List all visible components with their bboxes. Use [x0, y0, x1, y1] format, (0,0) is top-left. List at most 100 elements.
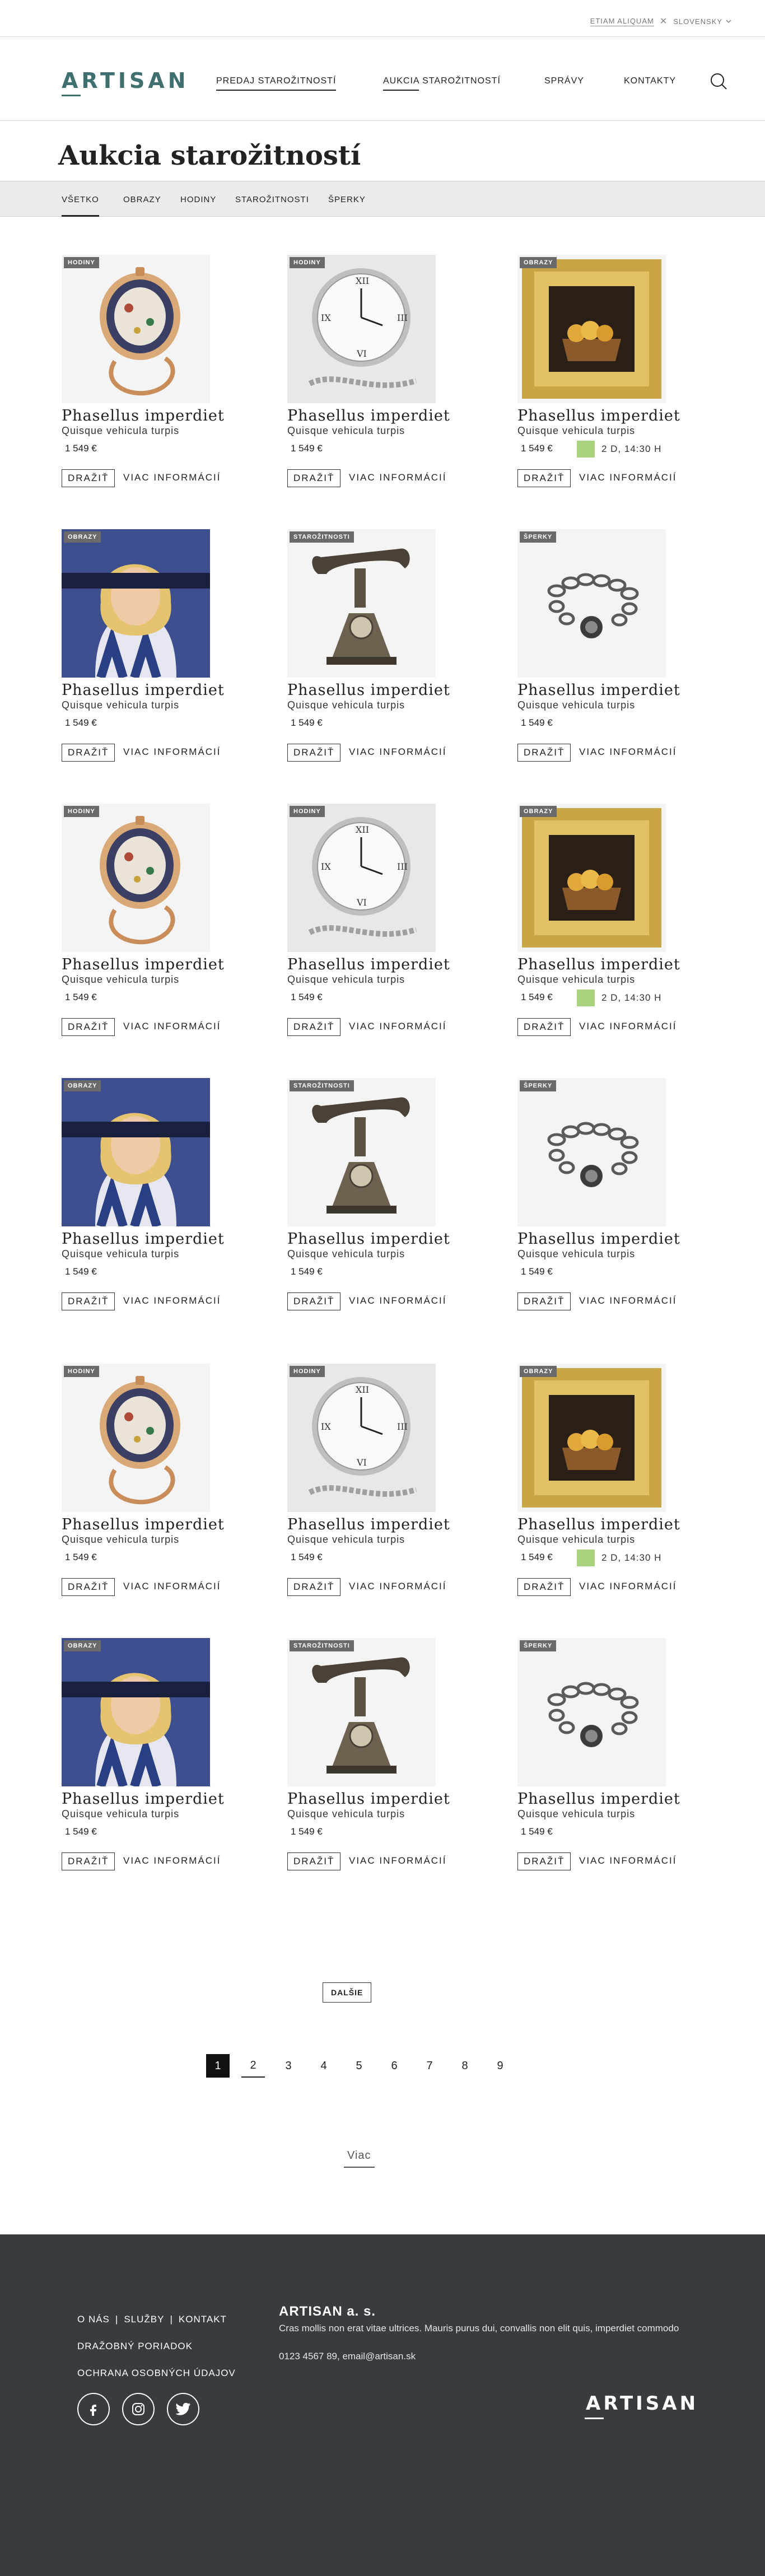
- page-6[interactable]: 6: [382, 2054, 406, 2078]
- product-name[interactable]: Phasellus imperdiet: [287, 1230, 450, 1248]
- bid-button[interactable]: DRAŽIŤ: [517, 1292, 571, 1310]
- more-info-link[interactable]: VIAC INFORMÁCIÍ: [349, 472, 447, 483]
- product-image[interactable]: XII III VI IX: [287, 804, 436, 952]
- product-card[interactable]: STAROŽITNOSTI Phasellus imperdiet Quisqu…: [287, 1078, 455, 1313]
- load-more-button[interactable]: DALŠIE: [323, 1982, 372, 2003]
- product-image[interactable]: [62, 1638, 210, 1786]
- bid-button[interactable]: DRAŽIŤ: [287, 1292, 341, 1310]
- product-card[interactable]: XII III VI IX HODINY Phasellus imperdiet…: [287, 804, 455, 1039]
- page-4[interactable]: 4: [312, 2054, 335, 2078]
- product-image[interactable]: [517, 529, 666, 678]
- tab-obrazy[interactable]: OBRAZY: [123, 195, 161, 204]
- product-name[interactable]: Phasellus imperdiet: [287, 682, 450, 699]
- more-info-link[interactable]: VIAC INFORMÁCIÍ: [349, 1855, 447, 1866]
- product-name[interactable]: Phasellus imperdiet: [62, 1230, 225, 1248]
- more-info-link[interactable]: VIAC INFORMÁCIÍ: [123, 1295, 221, 1306]
- product-card[interactable]: OBRAZY Phasellus imperdiet Quisque vehic…: [62, 1078, 230, 1313]
- page-1[interactable]: 1: [206, 2054, 230, 2078]
- product-name[interactable]: Phasellus imperdiet: [62, 407, 225, 424]
- page-3[interactable]: 3: [277, 2054, 300, 2078]
- more-info-link[interactable]: VIAC INFORMÁCIÍ: [579, 472, 677, 483]
- product-image[interactable]: [62, 1078, 210, 1226]
- product-card[interactable]: OBRAZY Phasellus imperdiet Quisque vehic…: [517, 1364, 685, 1599]
- more-info-link[interactable]: VIAC INFORMÁCIÍ: [123, 1855, 221, 1866]
- product-card[interactable]: OBRAZY Phasellus imperdiet Quisque vehic…: [62, 1638, 230, 1873]
- footer-logo[interactable]: ARTISAN: [586, 2392, 698, 2415]
- more-info-link[interactable]: VIAC INFORMÁCIÍ: [579, 1021, 677, 1032]
- product-image[interactable]: [62, 804, 210, 952]
- bid-button[interactable]: DRAŽIŤ: [62, 744, 115, 762]
- product-image[interactable]: [287, 1078, 436, 1226]
- product-name[interactable]: Phasellus imperdiet: [517, 1790, 680, 1808]
- twitter-icon[interactable]: [167, 2393, 199, 2425]
- page-9[interactable]: 9: [488, 2054, 512, 2078]
- bid-button[interactable]: DRAŽIŤ: [62, 1292, 115, 1310]
- viac-link[interactable]: Viac: [344, 2149, 375, 2168]
- footer-link-o-nas[interactable]: O NÁS: [77, 2306, 110, 2333]
- product-name[interactable]: Phasellus imperdiet: [287, 956, 450, 973]
- product-name[interactable]: Phasellus imperdiet: [287, 1516, 450, 1533]
- product-image[interactable]: [517, 255, 666, 403]
- search-icon[interactable]: [709, 72, 728, 91]
- bid-button[interactable]: DRAŽIŤ: [517, 1018, 571, 1036]
- bid-button[interactable]: DRAŽIŤ: [287, 1852, 341, 1870]
- page-5[interactable]: 5: [347, 2054, 371, 2078]
- more-info-link[interactable]: VIAC INFORMÁCIÍ: [123, 1021, 221, 1032]
- nav-item-spravy[interactable]: SPRÁVY: [544, 76, 584, 86]
- bid-button[interactable]: DRAŽIŤ: [62, 1852, 115, 1870]
- more-info-link[interactable]: VIAC INFORMÁCIÍ: [123, 746, 221, 758]
- more-info-link[interactable]: VIAC INFORMÁCIÍ: [349, 1295, 447, 1306]
- bid-button[interactable]: DRAŽIŤ: [517, 469, 571, 487]
- more-info-link[interactable]: VIAC INFORMÁCIÍ: [123, 472, 221, 483]
- nav-item-kontakty[interactable]: KONTAKTY: [624, 76, 676, 86]
- product-card[interactable]: HODINY Phasellus imperdiet Quisque vehic…: [62, 255, 230, 490]
- bid-button[interactable]: DRAŽIŤ: [287, 744, 341, 762]
- product-card[interactable]: OBRAZY Phasellus imperdiet Quisque vehic…: [517, 255, 685, 490]
- more-info-link[interactable]: VIAC INFORMÁCIÍ: [579, 746, 677, 758]
- bid-button[interactable]: DRAŽIŤ: [517, 1852, 571, 1870]
- footer-link-kontakt[interactable]: KONTAKT: [179, 2306, 227, 2333]
- page-8[interactable]: 8: [453, 2054, 477, 2078]
- more-info-link[interactable]: VIAC INFORMÁCIÍ: [579, 1855, 677, 1866]
- more-info-link[interactable]: VIAC INFORMÁCIÍ: [579, 1581, 677, 1592]
- product-image[interactable]: [62, 1364, 210, 1512]
- more-info-link[interactable]: VIAC INFORMÁCIÍ: [349, 1021, 447, 1032]
- nav-item-predaj[interactable]: PREDAJ STAROŽITNOSTÍ: [216, 76, 337, 91]
- product-card[interactable]: STAROŽITNOSTI Phasellus imperdiet Quisqu…: [287, 529, 455, 764]
- bid-button[interactable]: DRAŽIŤ: [517, 1578, 571, 1596]
- product-image[interactable]: [517, 804, 666, 952]
- product-image[interactable]: XII III VI IX: [287, 1364, 436, 1512]
- facebook-icon[interactable]: [77, 2393, 110, 2425]
- tab-vsetko[interactable]: VŠETKO: [62, 195, 99, 217]
- product-card[interactable]: OBRAZY Phasellus imperdiet Quisque vehic…: [517, 804, 685, 1039]
- logo[interactable]: ARTISAN: [62, 68, 189, 93]
- product-card[interactable]: HODINY Phasellus imperdiet Quisque vehic…: [62, 804, 230, 1039]
- bid-button[interactable]: DRAŽIŤ: [62, 1018, 115, 1036]
- product-card[interactable]: OBRAZY Phasellus imperdiet Quisque vehic…: [62, 529, 230, 764]
- instagram-icon[interactable]: [122, 2393, 155, 2425]
- close-icon[interactable]: ✕: [660, 16, 668, 27]
- more-info-link[interactable]: VIAC INFORMÁCIÍ: [579, 1295, 677, 1306]
- more-info-link[interactable]: VIAC INFORMÁCIÍ: [349, 1581, 447, 1592]
- product-card[interactable]: STAROŽITNOSTI Phasellus imperdiet Quisqu…: [287, 1638, 455, 1873]
- bid-button[interactable]: DRAŽIŤ: [62, 469, 115, 487]
- more-info-link[interactable]: VIAC INFORMÁCIÍ: [123, 1581, 221, 1592]
- bid-button[interactable]: DRAŽIŤ: [62, 1578, 115, 1596]
- product-name[interactable]: Phasellus imperdiet: [62, 1790, 225, 1808]
- footer-link-drazobny-poriadok[interactable]: DRAŽOBNÝ PORIADOK: [77, 2333, 236, 2360]
- tab-sperky[interactable]: ŠPERKY: [328, 195, 366, 204]
- nav-item-aukcia[interactable]: AUKCIA STAROŽITNOSTÍ: [383, 76, 501, 91]
- product-card[interactable]: ŠPERKY Phasellus imperdiet Quisque vehic…: [517, 1078, 685, 1313]
- product-image[interactable]: [517, 1078, 666, 1226]
- product-image[interactable]: [62, 255, 210, 403]
- page-7[interactable]: 7: [418, 2054, 441, 2078]
- product-name[interactable]: Phasellus imperdiet: [62, 1516, 225, 1533]
- product-card[interactable]: ŠPERKY Phasellus imperdiet Quisque vehic…: [517, 529, 685, 764]
- product-name[interactable]: Phasellus imperdiet: [287, 407, 450, 424]
- bid-button[interactable]: DRAŽIŤ: [287, 1018, 341, 1036]
- product-name[interactable]: Phasellus imperdiet: [517, 1516, 680, 1533]
- product-name[interactable]: Phasellus imperdiet: [517, 682, 680, 699]
- bid-button[interactable]: DRAŽIŤ: [287, 469, 341, 487]
- tab-starozitnosti[interactable]: STAROŽITNOSTI: [235, 195, 309, 204]
- product-card[interactable]: HODINY Phasellus imperdiet Quisque vehic…: [62, 1364, 230, 1599]
